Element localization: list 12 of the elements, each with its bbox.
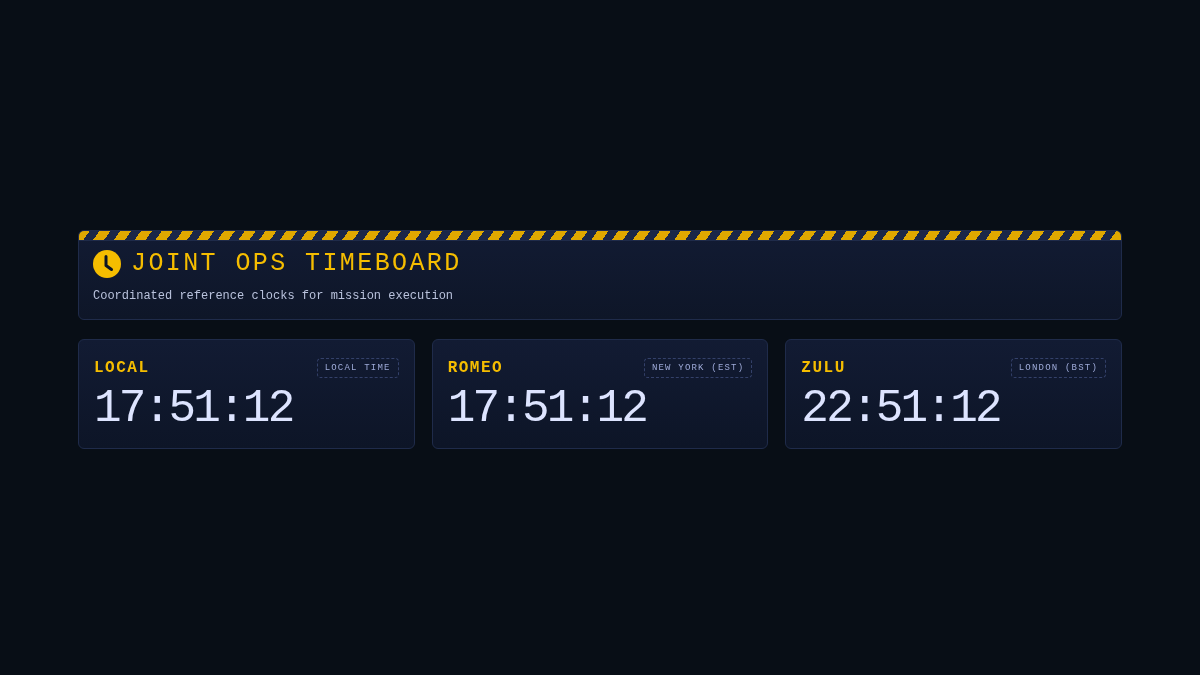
clock-time: 17:51:12 (447, 384, 647, 434)
clock-time: 17:51:12 (94, 384, 293, 434)
board-subtitle: Coordinated reference clocks for mission execution (93, 288, 455, 304)
clock-icon (93, 250, 121, 278)
time-zone-tag: LONDON (BST) (1010, 358, 1106, 378)
time-zone-tag: LOCAL TIME (316, 358, 399, 378)
clock-callsign: LOCAL (94, 359, 150, 377)
clock-callsign: ZULU (801, 359, 846, 377)
time-zone-tag: NEW YORK (EST) (643, 358, 753, 378)
clock-callsign: ROMEO (447, 359, 504, 377)
board-title: JOINT OPS TIMEBOARD (131, 248, 462, 280)
clock-time: 22:51:12 (801, 384, 1000, 434)
